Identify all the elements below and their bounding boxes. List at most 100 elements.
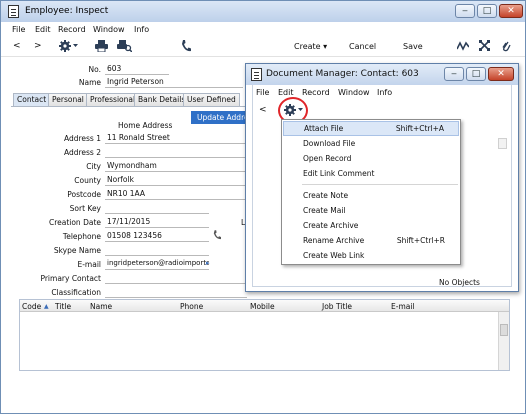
menu-item-label: Open Record [303, 154, 352, 163]
address1-field[interactable]: 11 Ronald Street [105, 133, 247, 144]
sort-key-label: Sort Key [69, 204, 101, 213]
menu-item-label: Attach File [304, 124, 344, 133]
primary-contact-field[interactable] [105, 273, 247, 284]
update-address-button[interactable]: Update Address [191, 111, 249, 124]
doc-app-icon [251, 68, 262, 81]
sort-key-field[interactable] [105, 203, 209, 214]
paperclip-icon[interactable] [501, 40, 511, 54]
print-preview-icon[interactable] [117, 40, 133, 54]
doc-maximize-icon[interactable]: □ [466, 67, 486, 81]
no-field[interactable]: 603 [105, 64, 169, 75]
email-field[interactable]: ingridpeterson@radioimporte [105, 259, 209, 270]
main-toolbar: < > Create ▾ Cancel Save [1, 37, 525, 57]
menu-file[interactable]: File [12, 25, 25, 34]
skype-name-field[interactable] [105, 245, 209, 256]
close-icon[interactable]: ✕ [499, 4, 523, 18]
email-link-arrow-icon[interactable]: ▸ [206, 259, 210, 267]
phone-icon[interactable] [181, 40, 191, 54]
save-button[interactable]: Save [403, 42, 423, 51]
menu-item-create-archive[interactable]: Create Archive [283, 218, 459, 233]
city-field[interactable]: Wymondham [105, 161, 247, 172]
menu-item-shortcut: Shift+Ctrl+A [395, 124, 444, 133]
tab-user-defined[interactable]: User Defined [183, 93, 240, 107]
activity-icon[interactable] [456, 41, 470, 53]
menu-item-create-web-link[interactable]: Create Web Link [283, 248, 459, 263]
menu-item-label: Create Archive [303, 221, 359, 230]
primary-contact-label: Primary Contact [40, 274, 101, 283]
address2-label: Address 2 [63, 148, 101, 157]
col-title[interactable]: Title [55, 302, 71, 311]
home-address-heading: Home Address [118, 121, 173, 130]
menu-item-edit-link-comment[interactable]: Edit Link Comment [283, 166, 459, 181]
menu-window[interactable]: Window [93, 25, 125, 34]
postcode-field[interactable]: NR10 1AA [105, 189, 247, 200]
menu-item-label: Edit Link Comment [303, 169, 375, 178]
menu-item-rename-archive[interactable]: Rename Archive Shift+Ctrl+R [283, 233, 459, 248]
skype-name-label: Skype Name [53, 246, 101, 255]
grid-scrollbar[interactable] [498, 312, 509, 370]
menu-item-open-record[interactable]: Open Record [283, 151, 459, 166]
classification-label: Classification [51, 288, 101, 297]
back-button[interactable]: < [13, 41, 21, 51]
print-icon[interactable] [95, 40, 108, 54]
create-button[interactable]: Create ▾ [294, 42, 327, 51]
menu-item-label: Rename Archive [303, 236, 365, 245]
doc-back-button[interactable]: < [259, 105, 267, 115]
menu-item-download-file[interactable]: Download File [283, 136, 459, 151]
email-label: E-mail [77, 260, 101, 269]
doc-scroll-thumb[interactable] [498, 138, 507, 149]
doc-window-title: Document Manager: Contact: 603 [266, 69, 419, 79]
menu-info[interactable]: Info [134, 25, 149, 34]
telephone-label: Telephone [62, 232, 101, 241]
dial-phone-icon[interactable] [213, 230, 221, 242]
tab-divider [11, 106, 249, 107]
menu-item-create-note[interactable]: Create Note [283, 188, 459, 203]
doc-status-no-objects: No Objects [439, 278, 480, 287]
menu-edit[interactable]: Edit [35, 25, 51, 34]
menu-item-create-mail[interactable]: Create Mail [283, 203, 459, 218]
tab-professional[interactable]: Professional [86, 93, 140, 107]
contacts-grid[interactable]: Code ▲ Title Name Phone Mobile Job Title… [19, 299, 510, 371]
address1-label: Address 1 [63, 134, 101, 143]
doc-close-icon[interactable]: ✕ [488, 67, 514, 81]
creation-date-field[interactable]: 17/11/2015 [105, 217, 209, 228]
minimize-icon[interactable]: ‒ [455, 4, 475, 18]
window-title: Employee: Inspect [25, 6, 109, 16]
forward-button[interactable]: > [34, 41, 42, 51]
expand-icon[interactable] [479, 40, 490, 53]
creation-date-label: Creation Date [48, 218, 101, 227]
tab-bank-details[interactable]: Bank Details [134, 93, 190, 107]
cancel-button[interactable]: Cancel [349, 42, 376, 51]
create-label: Create [294, 42, 321, 51]
menu-item-attach-file[interactable]: Attach File Shift+Ctrl+A [283, 121, 459, 136]
col-phone[interactable]: Phone [180, 302, 203, 311]
doc-minimize-icon[interactable]: ‒ [444, 67, 464, 81]
name-field[interactable]: Ingrid Peterson [105, 77, 243, 88]
menu-item-label: Create Note [303, 191, 349, 200]
sort-up-icon[interactable]: ▲ [44, 303, 49, 310]
county-label: County [74, 176, 101, 185]
county-field[interactable]: Norfolk [105, 175, 247, 186]
main-title-bar[interactable]: Employee: Inspect ‒ □ ✕ [1, 1, 525, 22]
address2-field[interactable] [105, 147, 247, 158]
col-mobile[interactable]: Mobile [250, 302, 275, 311]
grid-scroll-thumb[interactable] [500, 324, 508, 336]
col-code[interactable]: Code [22, 302, 41, 311]
classification-field[interactable] [105, 287, 247, 298]
tab-contact[interactable]: Contact [13, 93, 51, 107]
postcode-label: Postcode [67, 190, 101, 199]
menu-item-label: Create Mail [303, 206, 346, 215]
gear-dropdown-menu: Attach File Shift+Ctrl+A Download File O… [281, 119, 461, 265]
document-app-icon [8, 5, 19, 18]
telephone-field[interactable]: 01508 123456 [105, 231, 209, 242]
col-job-title[interactable]: Job Title [322, 302, 352, 311]
menu-record[interactable]: Record [58, 25, 86, 34]
tab-personal[interactable]: Personal [48, 93, 88, 107]
gear-icon[interactable] [59, 39, 79, 55]
col-email[interactable]: E-mail [391, 302, 415, 311]
grid-header: Code ▲ Title Name Phone Mobile Job Title… [20, 300, 509, 312]
maximize-icon[interactable]: □ [477, 4, 497, 18]
main-menubar: File Edit Record Window Info [1, 23, 241, 36]
col-name[interactable]: Name [90, 302, 112, 311]
doc-title-bar[interactable]: Document Manager: Contact: 603 ‒ □ ✕ [246, 64, 518, 85]
